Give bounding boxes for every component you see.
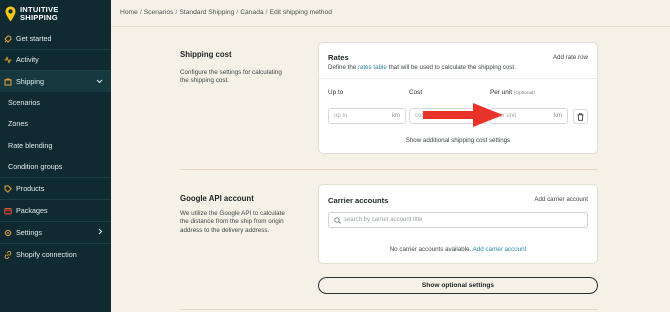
- rates-description: Define the rates table that will be used…: [328, 64, 516, 71]
- carrier-search-placeholder: search by carrier account title: [344, 217, 423, 223]
- tag-icon: [3, 185, 13, 193]
- search-icon: [334, 217, 341, 224]
- sidebar-item-products[interactable]: Products: [0, 178, 111, 199]
- sidebar-subitem-scenarios[interactable]: Scenarios: [0, 92, 111, 113]
- sidebar-item-activity[interactable]: Activity: [0, 49, 111, 70]
- per-unit-unit: km: [554, 113, 562, 119]
- link-icon: [3, 250, 13, 259]
- col-per-unit-label: Per unit: [490, 89, 513, 96]
- carrier-accounts-title: Carrier accounts: [328, 196, 389, 205]
- google-desc-line3: address to the delivery address.: [180, 226, 270, 234]
- breadcrumb-current: Edit shipping method: [269, 9, 332, 16]
- sidebar-item-label: Settings: [16, 228, 42, 237]
- sidebar-subitem-condition-groups[interactable]: Condition groups: [0, 156, 111, 177]
- rates-card: Rates Add rate row Define the rates tabl…: [318, 42, 598, 154]
- carrier-search-input[interactable]: search by carrier account title: [328, 212, 588, 228]
- sidebar-item-label: Packages: [16, 206, 48, 215]
- breadcrumb-scenarios[interactable]: Scenarios: [144, 9, 174, 16]
- sidebar-item-label: Scenarios: [8, 98, 40, 107]
- shipping-cost-desc-line2: the shipping cost.: [180, 77, 230, 85]
- col-per-unit: Per unit (Optional): [490, 89, 535, 96]
- up-to-unit: km: [392, 113, 400, 119]
- google-api-description: We utilize the Google API to calculate t…: [180, 210, 285, 235]
- sidebar-item-shopify-connection[interactable]: Shopify connection: [0, 244, 111, 265]
- google-desc-line2: the distance from the ship from origin: [180, 218, 284, 226]
- sidebar-item-label: Rate blending: [8, 141, 53, 150]
- rates-table-link[interactable]: rates table: [358, 64, 387, 71]
- google-desc-line1: We utilize the Google API to calculate: [180, 210, 285, 217]
- sidebar-subitem-zones[interactable]: Zones: [0, 113, 111, 134]
- section-divider: [180, 169, 598, 170]
- breadcrumb-scenario[interactable]: Standard Shipping: [179, 9, 234, 16]
- sidebar-item-label: Get started: [16, 34, 52, 43]
- col-optional-label: (Optional): [513, 91, 535, 96]
- breadcrumb-home[interactable]: Home: [120, 9, 138, 16]
- map-pin-icon: [5, 6, 16, 22]
- sidebar-item-packages[interactable]: Packages: [0, 200, 111, 221]
- sidebar-item-label: Activity: [16, 55, 39, 64]
- sidebar-item-label: Condition groups: [8, 162, 63, 171]
- shipping-cost-desc-line1: Configure the settings for calculating: [180, 69, 282, 76]
- brand-name: INTUITIVE SHIPPING: [20, 6, 59, 22]
- topbar: Home / Scenarios / Standard Shipping / Canada /…: [111, 0, 670, 27]
- rates-divider: [319, 78, 597, 79]
- sidebar-item-label: Shipping: [16, 77, 44, 86]
- brand-logo[interactable]: INTUITIVE SHIPPING: [0, 0, 111, 28]
- carrier-empty-state: No carrier accounts available. Add carri…: [319, 246, 597, 253]
- up-to-placeholder: up to: [334, 113, 348, 119]
- sidebar-item-label: Products: [16, 184, 45, 193]
- sidebar-item-label: Shopify connection: [16, 250, 77, 259]
- show-optional-settings-button[interactable]: Show optional settings: [318, 277, 598, 294]
- main-content: Shipping cost Configure the settings for…: [111, 28, 670, 312]
- activity-icon: [3, 55, 13, 64]
- carrier-empty-add-link[interactable]: Add carrier account: [473, 246, 527, 253]
- carrier-accounts-card: Carrier accounts Add carrier account sea…: [318, 184, 598, 264]
- sidebar-item-get-started[interactable]: Get started: [0, 28, 111, 49]
- trash-icon: [577, 112, 584, 121]
- add-rate-row-link[interactable]: Add rate row: [553, 54, 588, 61]
- sidebar: INTUITIVE SHIPPING Get started Activity …: [0, 0, 111, 312]
- annotation-arrow-icon: [423, 103, 503, 127]
- section-divider-bottom: [180, 309, 598, 310]
- shipping-box-icon: [3, 77, 13, 86]
- carrier-empty-text: No carrier accounts available.: [389, 246, 472, 253]
- sidebar-subitem-rate-blending[interactable]: Rate blending: [0, 135, 111, 156]
- col-up-to: Up to: [328, 89, 344, 96]
- sidebar-item-shipping[interactable]: Shipping: [0, 71, 111, 92]
- rates-title: Rates: [328, 53, 349, 62]
- shipping-cost-title: Shipping cost: [180, 50, 232, 59]
- chevron-down-icon: [96, 77, 103, 86]
- sidebar-item-settings[interactable]: Settings: [0, 222, 111, 243]
- delete-row-button[interactable]: [573, 109, 588, 124]
- rocket-icon: [3, 34, 13, 43]
- rates-desc-suffix: that will be used to calculate the shipp…: [388, 64, 516, 71]
- up-to-input[interactable]: up to km: [328, 108, 406, 124]
- show-additional-cost-settings-link[interactable]: Show additional shipping cost settings: [319, 137, 597, 144]
- sidebar-item-label: Zones: [8, 119, 28, 128]
- shipping-cost-description: Configure the settings for calculating t…: [180, 69, 282, 86]
- breadcrumb-zone[interactable]: Canada: [240, 9, 263, 16]
- package-icon: [3, 207, 13, 215]
- rates-desc-prefix: Define the: [328, 64, 357, 71]
- chevron-right-icon: [98, 228, 103, 237]
- breadcrumb: Home / Scenarios / Standard Shipping / Canada /…: [120, 9, 332, 16]
- brand-line2: SHIPPING: [20, 13, 58, 22]
- add-carrier-account-link[interactable]: Add carrier account: [534, 196, 588, 203]
- col-cost: Cost: [409, 89, 423, 96]
- gear-icon: [3, 229, 13, 237]
- google-api-title: Google API account: [180, 194, 254, 203]
